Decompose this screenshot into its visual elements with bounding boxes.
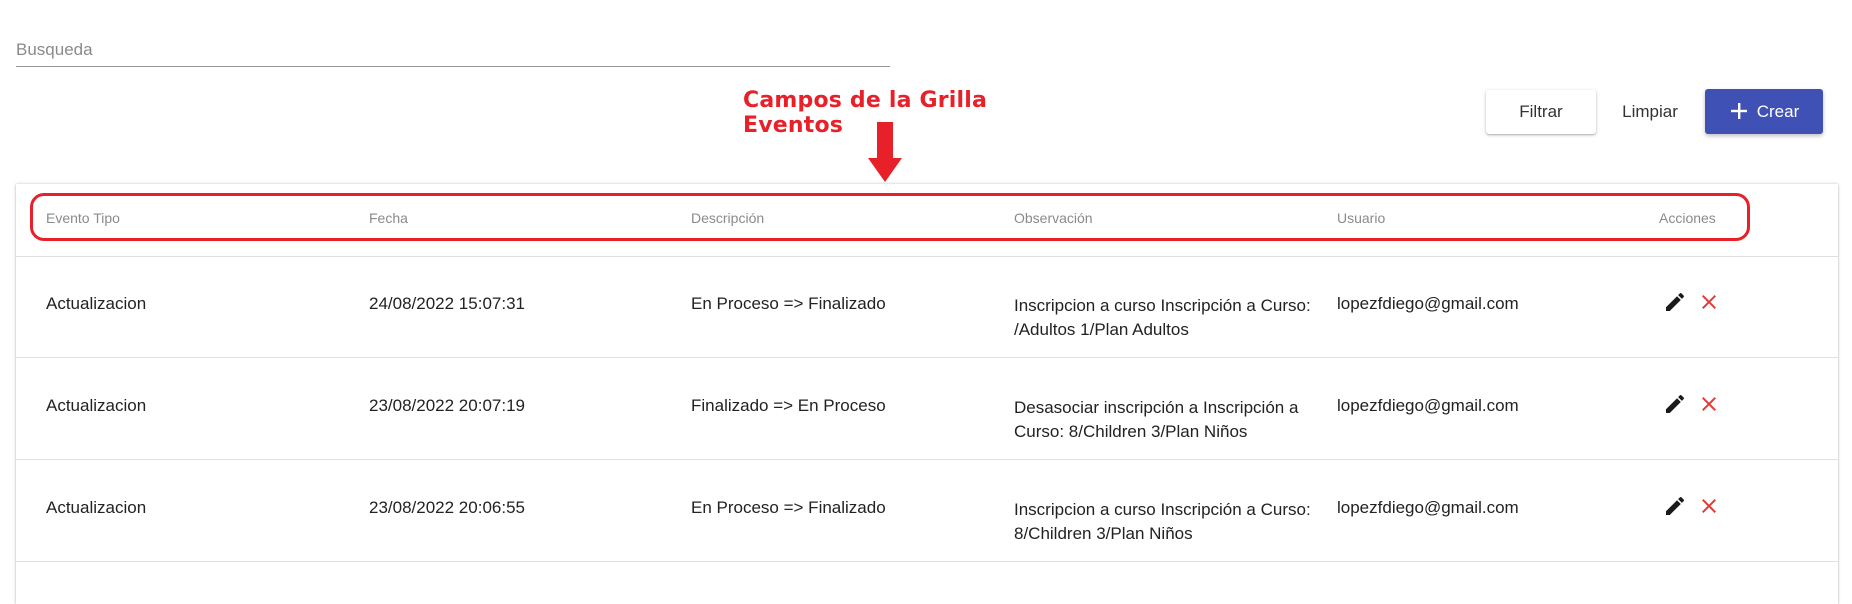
edit-icon	[1666, 292, 1685, 311]
table-row: Actualizacion 24/08/2022 15:07:31 En Pro…	[16, 256, 1838, 358]
cell-evento-tipo: Actualizacion	[46, 396, 147, 415]
column-header-acciones: Acciones	[1659, 210, 1716, 226]
edit-button[interactable]	[1662, 391, 1688, 417]
cell-descripcion: En Proceso => Finalizado	[691, 294, 886, 313]
cell-descripcion: Finalizado => En Proceso	[691, 396, 886, 415]
delete-button[interactable]	[1696, 289, 1722, 315]
delete-button[interactable]	[1696, 493, 1722, 519]
table-row: Actualizacion 23/08/2022 20:07:19 Finali…	[16, 358, 1838, 460]
cell-usuario: lopezfdiego@gmail.com	[1337, 396, 1519, 415]
cell-evento-tipo: Actualizacion	[46, 294, 147, 313]
row-actions	[1662, 391, 1730, 417]
create-button[interactable]: Crear	[1705, 89, 1823, 134]
column-header-observacion[interactable]: Observación	[1014, 210, 1093, 226]
row-actions	[1662, 493, 1730, 519]
cell-observacion-line1: Inscripcion a curso Inscripción a Curso:	[1014, 296, 1311, 315]
cell-observacion: Desasociar inscripción a Inscripción a C…	[1014, 396, 1332, 444]
column-header-fecha[interactable]: Fecha	[369, 210, 408, 226]
column-header-descripcion[interactable]: Descripción	[691, 210, 764, 226]
edit-icon	[1666, 496, 1685, 515]
events-table: Evento Tipo Fecha Descripción Observació…	[16, 184, 1838, 604]
search-input[interactable]	[16, 36, 890, 64]
cell-evento-tipo: Actualizacion	[46, 498, 147, 517]
cell-observacion-line2: /Adultos 1/Plan Adultos	[1014, 320, 1189, 339]
cell-fecha: 24/08/2022 15:07:31	[369, 294, 525, 313]
delete-button[interactable]	[1696, 391, 1722, 417]
edit-button[interactable]	[1662, 289, 1688, 315]
row-actions	[1662, 289, 1730, 315]
close-icon	[1702, 295, 1716, 309]
cell-observacion-line1: Inscripcion a curso Inscripción a Curso:	[1014, 500, 1311, 519]
cell-fecha: 23/08/2022 20:07:19	[369, 396, 525, 415]
clear-button-label: Limpiar	[1622, 102, 1678, 121]
plus-icon	[1730, 102, 1747, 119]
table-header: Evento Tipo Fecha Descripción Observació…	[16, 184, 1838, 257]
clear-button[interactable]: Limpiar	[1600, 90, 1700, 134]
arrow-down-icon	[868, 122, 902, 182]
cell-usuario: lopezfdiego@gmail.com	[1337, 498, 1519, 517]
edit-icon	[1666, 394, 1685, 413]
cell-usuario: lopezfdiego@gmail.com	[1337, 294, 1519, 313]
cell-observacion-line2: 8/Children 3/Plan Niños	[1014, 524, 1193, 543]
table-row: Actualizacion 23/08/2022 20:06:55 En Pro…	[16, 460, 1838, 562]
column-header-evento-tipo[interactable]: Evento Tipo	[46, 210, 120, 226]
edit-button[interactable]	[1662, 493, 1688, 519]
column-header-usuario[interactable]: Usuario	[1337, 210, 1385, 226]
cell-observacion: Inscripcion a curso Inscripción a Curso:…	[1014, 498, 1332, 546]
create-button-label: Crear	[1756, 101, 1800, 121]
close-icon	[1702, 397, 1716, 411]
cell-observacion-line1: Desasociar inscripción a Inscripción a	[1014, 398, 1299, 417]
close-icon	[1702, 499, 1716, 513]
filter-button-label: Filtrar	[1519, 102, 1563, 121]
annotation-title: Campos de la Grilla Eventos	[743, 88, 988, 138]
cell-descripcion: En Proceso => Finalizado	[691, 498, 886, 517]
cell-fecha: 23/08/2022 20:06:55	[369, 498, 525, 517]
cell-observacion-line2: Curso: 8/Children 3/Plan Niños	[1014, 422, 1248, 441]
search-field[interactable]	[16, 30, 890, 67]
cell-observacion: Inscripcion a curso Inscripción a Curso:…	[1014, 294, 1332, 342]
filter-button[interactable]: Filtrar	[1486, 90, 1596, 134]
